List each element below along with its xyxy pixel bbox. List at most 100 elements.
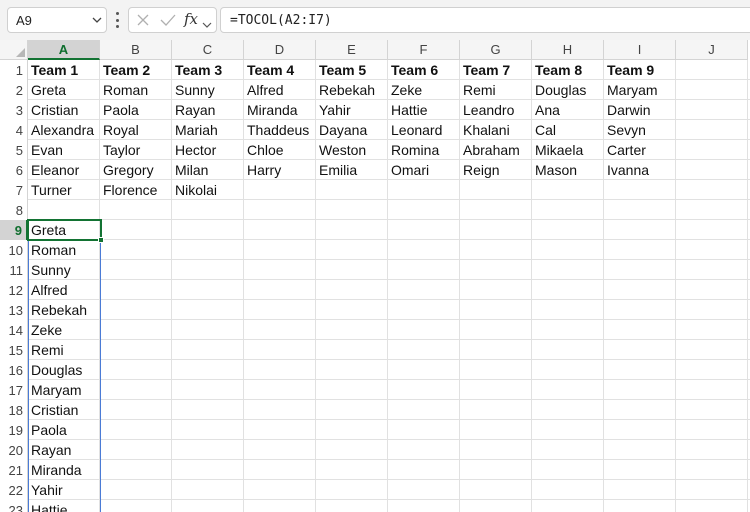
- row-header-23[interactable]: 23: [0, 500, 28, 512]
- formula-input[interactable]: =TOCOL(A2:I7): [220, 7, 750, 33]
- cell-a14[interactable]: Zeke: [28, 320, 62, 340]
- row-header-1[interactable]: 1: [0, 60, 28, 80]
- cell-b1[interactable]: Team 2: [100, 60, 150, 80]
- cell-h2[interactable]: Douglas: [532, 80, 586, 100]
- cell-a4[interactable]: Alexandra: [28, 120, 94, 140]
- column-header-h[interactable]: H: [532, 40, 604, 60]
- cell-c2[interactable]: Sunny: [172, 80, 215, 100]
- cell-a6[interactable]: Eleanor: [28, 160, 79, 180]
- column-header-d[interactable]: D: [244, 40, 316, 60]
- cell-b2[interactable]: Roman: [100, 80, 148, 100]
- name-box-value[interactable]: A9: [16, 13, 88, 28]
- cell-f3[interactable]: Hattie: [388, 100, 428, 120]
- cell-i5[interactable]: Carter: [604, 140, 646, 160]
- cell-a16[interactable]: Douglas: [28, 360, 82, 380]
- cell-a13[interactable]: Rebekah: [28, 300, 87, 320]
- cell-a17[interactable]: Maryam: [28, 380, 82, 400]
- cell-a10[interactable]: Roman: [28, 240, 76, 260]
- cell-e4[interactable]: Dayana: [316, 120, 367, 140]
- cell-e2[interactable]: Rebekah: [316, 80, 375, 100]
- cell-a5[interactable]: Evan: [28, 140, 63, 160]
- cell-c1[interactable]: Team 3: [172, 60, 222, 80]
- cell-d5[interactable]: Chloe: [244, 140, 284, 160]
- row-header-9[interactable]: 9: [0, 220, 28, 240]
- cell-b4[interactable]: Royal: [100, 120, 139, 140]
- cell-c3[interactable]: Rayan: [172, 100, 215, 120]
- cell-f2[interactable]: Zeke: [388, 80, 422, 100]
- cell-g1[interactable]: Team 7: [460, 60, 510, 80]
- cell-g3[interactable]: Leandro: [460, 100, 514, 120]
- cell-f1[interactable]: Team 6: [388, 60, 438, 80]
- row-header-12[interactable]: 12: [0, 280, 28, 300]
- column-header-f[interactable]: F: [388, 40, 460, 60]
- cell-a22[interactable]: Yahir: [28, 480, 63, 500]
- cell-b3[interactable]: Paola: [100, 100, 139, 120]
- cell-i6[interactable]: Ivanna: [604, 160, 649, 180]
- checkmark-icon[interactable]: [159, 12, 177, 33]
- cell-i4[interactable]: Sevyn: [604, 120, 646, 140]
- cell-d3[interactable]: Miranda: [244, 100, 298, 120]
- vertical-ellipsis-icon[interactable]: [114, 12, 120, 28]
- row-header-6[interactable]: 6: [0, 160, 28, 180]
- cell-e1[interactable]: Team 5: [316, 60, 366, 80]
- cell-f5[interactable]: Romina: [388, 140, 439, 160]
- cell-g4[interactable]: Khalani: [460, 120, 510, 140]
- cell-d6[interactable]: Harry: [244, 160, 281, 180]
- cell-a2[interactable]: Greta: [28, 80, 66, 100]
- cell-a12[interactable]: Alfred: [28, 280, 68, 300]
- fill-handle[interactable]: [98, 237, 104, 243]
- cell-a9[interactable]: Greta: [28, 220, 66, 240]
- row-header-17[interactable]: 17: [0, 380, 28, 400]
- cell-c6[interactable]: Milan: [172, 160, 208, 180]
- row-header-2[interactable]: 2: [0, 80, 28, 100]
- row-header-14[interactable]: 14: [0, 320, 28, 340]
- cell-g5[interactable]: Abraham: [460, 140, 520, 160]
- column-header-j[interactable]: J: [676, 40, 748, 60]
- select-all-corner[interactable]: [0, 40, 28, 60]
- cell-e6[interactable]: Emilia: [316, 160, 357, 180]
- cell-a11[interactable]: Sunny: [28, 260, 71, 280]
- row-header-16[interactable]: 16: [0, 360, 28, 380]
- cell-a20[interactable]: Rayan: [28, 440, 71, 460]
- cell-d1[interactable]: Team 4: [244, 60, 294, 80]
- row-header-15[interactable]: 15: [0, 340, 28, 360]
- name-box[interactable]: A9: [7, 7, 107, 33]
- cell-c7[interactable]: Nikolai: [172, 180, 217, 200]
- row-header-21[interactable]: 21: [0, 460, 28, 480]
- column-header-i[interactable]: I: [604, 40, 676, 60]
- row-header-4[interactable]: 4: [0, 120, 28, 140]
- cell-b5[interactable]: Taylor: [100, 140, 140, 160]
- cell-g2[interactable]: Remi: [460, 80, 496, 100]
- cell-b7[interactable]: Florence: [100, 180, 157, 200]
- cell-h3[interactable]: Ana: [532, 100, 560, 120]
- cell-d2[interactable]: Alfred: [244, 80, 284, 100]
- cell-c5[interactable]: Hector: [172, 140, 216, 160]
- cell-h5[interactable]: Mikaela: [532, 140, 583, 160]
- cell-a23[interactable]: Hattie: [28, 500, 68, 512]
- cell-f6[interactable]: Omari: [388, 160, 429, 180]
- cell-f4[interactable]: Leonard: [388, 120, 442, 140]
- cell-a21[interactable]: Miranda: [28, 460, 82, 480]
- row-header-18[interactable]: 18: [0, 400, 28, 420]
- cell-i1[interactable]: Team 9: [604, 60, 654, 80]
- row-header-11[interactable]: 11: [0, 260, 28, 280]
- cell-a15[interactable]: Remi: [28, 340, 64, 360]
- row-header-22[interactable]: 22: [0, 480, 28, 500]
- row-header-13[interactable]: 13: [0, 300, 28, 320]
- column-header-c[interactable]: C: [172, 40, 244, 60]
- cell-b6[interactable]: Gregory: [100, 160, 154, 180]
- chevron-down-icon[interactable]: [202, 15, 212, 33]
- cell-h4[interactable]: Cal: [532, 120, 556, 140]
- cell-e5[interactable]: Weston: [316, 140, 366, 160]
- column-header-a[interactable]: A: [28, 40, 100, 60]
- cell-i3[interactable]: Darwin: [604, 100, 651, 120]
- row-header-19[interactable]: 19: [0, 420, 28, 440]
- row-header-3[interactable]: 3: [0, 100, 28, 120]
- column-header-g[interactable]: G: [460, 40, 532, 60]
- column-header-e[interactable]: E: [316, 40, 388, 60]
- cell-g6[interactable]: Reign: [460, 160, 500, 180]
- row-header-20[interactable]: 20: [0, 440, 28, 460]
- column-header-b[interactable]: B: [100, 40, 172, 60]
- row-header-10[interactable]: 10: [0, 240, 28, 260]
- cell-d4[interactable]: Thaddeus: [244, 120, 309, 140]
